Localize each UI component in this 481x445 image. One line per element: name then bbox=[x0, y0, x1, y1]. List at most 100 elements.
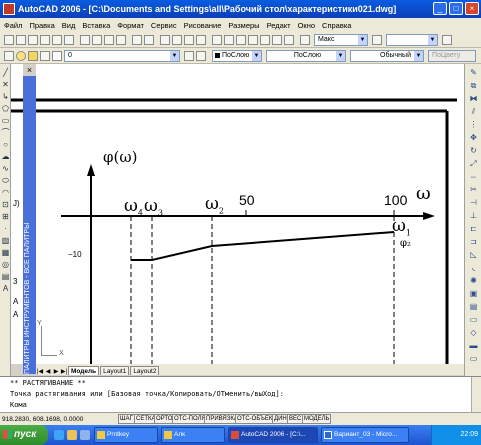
tab-layout2[interactable]: Layout2 bbox=[130, 366, 160, 375]
scale-icon[interactable]: ⤢ bbox=[468, 159, 479, 169]
cut-icon[interactable] bbox=[80, 35, 90, 45]
match-properties-icon[interactable] bbox=[116, 35, 126, 45]
region-icon[interactable]: ◎ bbox=[1, 260, 10, 269]
linetype-combo[interactable]: ПоСлою ▼ bbox=[266, 50, 346, 62]
rotate-icon[interactable]: ↻ bbox=[468, 146, 479, 156]
erase-icon[interactable]: ✎ bbox=[468, 68, 479, 78]
open-icon[interactable] bbox=[16, 35, 26, 45]
text-style-icon[interactable] bbox=[300, 35, 310, 45]
clock[interactable]: 22:09 bbox=[460, 431, 478, 438]
tab-model[interactable]: Модель bbox=[68, 366, 100, 375]
desktop-icon[interactable] bbox=[80, 430, 90, 440]
preview-icon[interactable] bbox=[52, 35, 62, 45]
polyline-icon[interactable]: ↳ bbox=[1, 92, 10, 101]
move-icon[interactable]: ✥ bbox=[468, 133, 479, 143]
break-at-point-icon[interactable]: ⊥ bbox=[468, 211, 479, 221]
chamfer-icon[interactable]: ◺ bbox=[468, 250, 479, 260]
minimize-button[interactable]: _ bbox=[433, 2, 447, 15]
menu-help[interactable]: Справка bbox=[322, 21, 351, 30]
sheet-set-icon[interactable] bbox=[248, 35, 258, 45]
copy-object-icon[interactable]: ⧉ bbox=[468, 81, 479, 91]
extend-icon[interactable]: ⊣ bbox=[468, 198, 479, 208]
menu-edit[interactable]: Правка bbox=[29, 21, 54, 30]
properties-icon[interactable] bbox=[212, 35, 222, 45]
rectangle-icon[interactable]: ▭ bbox=[1, 116, 10, 125]
print-icon[interactable] bbox=[40, 35, 50, 45]
menu-tools[interactable]: Сервис bbox=[151, 21, 177, 30]
publish-icon[interactable] bbox=[64, 35, 74, 45]
offset-icon[interactable]: ⫽ bbox=[468, 107, 479, 117]
internet-explorer-icon[interactable] bbox=[54, 430, 64, 440]
gradient-icon[interactable]: ▦ bbox=[1, 248, 10, 257]
ellipse-arc-icon[interactable]: ◠ bbox=[1, 188, 10, 197]
outlook-icon[interactable] bbox=[67, 430, 77, 440]
pan-icon[interactable] bbox=[160, 35, 170, 45]
id-point-icon[interactable]: ▬ bbox=[468, 341, 479, 351]
circle-icon[interactable]: ○ bbox=[1, 140, 10, 149]
close-button[interactable]: × bbox=[465, 2, 479, 15]
list-icon[interactable]: ▤ bbox=[468, 302, 479, 312]
lineweight-combo[interactable]: Обычный ▼ bbox=[350, 50, 424, 62]
close-icon[interactable]: × bbox=[23, 64, 36, 76]
fillet-icon[interactable]: ◟ bbox=[468, 263, 479, 273]
calculator-icon[interactable] bbox=[272, 35, 282, 45]
dim-style-combo[interactable]: ▼ bbox=[386, 34, 438, 46]
mirror-icon[interactable]: ⧓ bbox=[468, 94, 479, 104]
menu-file[interactable]: Файл bbox=[4, 21, 22, 30]
save-icon[interactable] bbox=[28, 35, 38, 45]
zoom-window-icon[interactable] bbox=[184, 35, 194, 45]
task-word[interactable]: Вариант_03 - Micro... bbox=[321, 427, 409, 443]
measure-icon[interactable]: ▭ bbox=[468, 354, 479, 364]
tool-palettes-icon[interactable] bbox=[236, 35, 246, 45]
break-icon[interactable]: ⊏ bbox=[468, 224, 479, 234]
tool-palettes-bar[interactable]: × ПАЛИТРЫ ИНСТРУМЕНТОВ - ВСЕ ПАЛИТРЫ bbox=[23, 64, 36, 374]
make-block-icon[interactable]: ⊞ bbox=[1, 212, 10, 221]
tab-last-button[interactable]: ▶| bbox=[60, 368, 68, 375]
menu-dimension[interactable]: Размеры bbox=[228, 21, 259, 30]
distance-icon[interactable]: ▭ bbox=[468, 315, 479, 325]
tab-layout1[interactable]: Layout1 bbox=[100, 366, 130, 375]
spline-icon[interactable]: ∿ bbox=[1, 164, 10, 173]
polygon-icon[interactable]: ⬠ bbox=[1, 104, 10, 113]
layer-combo[interactable]: 0 ▼ bbox=[64, 50, 180, 62]
redo-icon[interactable] bbox=[144, 35, 154, 45]
table-icon[interactable]: ▤ bbox=[1, 272, 10, 281]
maximize-button[interactable]: □ bbox=[449, 2, 463, 15]
task-alk[interactable]: Алк bbox=[161, 427, 225, 443]
point-icon[interactable]: · bbox=[1, 224, 10, 233]
menu-format[interactable]: Формат bbox=[117, 21, 144, 30]
hatch-icon[interactable]: ▨ bbox=[1, 236, 10, 245]
dim-style-icon[interactable] bbox=[372, 35, 382, 45]
line-icon[interactable]: ╱ bbox=[1, 68, 10, 77]
menu-insert[interactable]: Вставка bbox=[82, 21, 110, 30]
markup-icon[interactable] bbox=[260, 35, 270, 45]
zoom-previous-icon[interactable] bbox=[196, 35, 206, 45]
drawing-area[interactable]: φ(ω) ω 50 100 −10 ω4 ω3 ω2 ω1 φ₂ J) 3 A … bbox=[11, 64, 464, 364]
copy-icon[interactable] bbox=[92, 35, 102, 45]
help-icon[interactable] bbox=[284, 35, 294, 45]
array-icon[interactable]: ⋮ bbox=[468, 120, 479, 130]
layer-previous-icon[interactable] bbox=[196, 51, 206, 61]
explode-icon[interactable]: ✺ bbox=[468, 276, 479, 286]
command-scrollbar[interactable] bbox=[471, 377, 481, 413]
ellipse-icon[interactable]: ⬭ bbox=[1, 176, 10, 185]
table-style-icon[interactable] bbox=[442, 35, 452, 45]
tab-first-button[interactable]: |◀ bbox=[36, 368, 44, 375]
zoom-realtime-icon[interactable] bbox=[172, 35, 182, 45]
draw-order-icon[interactable]: ▣ bbox=[468, 289, 479, 299]
menu-modify[interactable]: Редакт bbox=[267, 21, 291, 30]
design-center-icon[interactable] bbox=[224, 35, 234, 45]
insert-block-icon[interactable]: ⊡ bbox=[1, 200, 10, 209]
undo-icon[interactable] bbox=[132, 35, 142, 45]
task-autocad[interactable]: AutoCAD 2006 - [C:\... bbox=[228, 427, 318, 443]
construction-line-icon[interactable]: ✕ bbox=[1, 80, 10, 89]
lwt-button[interactable]: ВЕС bbox=[287, 414, 304, 424]
make-current-icon[interactable] bbox=[184, 51, 194, 61]
tab-prev-button[interactable]: ◀ bbox=[44, 368, 52, 375]
color-combo[interactable]: ПоСлою ▼ bbox=[212, 50, 262, 62]
menu-view[interactable]: Вид bbox=[62, 21, 76, 30]
area-icon[interactable]: ◇ bbox=[468, 328, 479, 338]
arc-icon[interactable]: ⌒ bbox=[1, 128, 10, 137]
snap-button[interactable]: ШАГ bbox=[118, 414, 135, 424]
trim-icon[interactable]: ✂ bbox=[468, 185, 479, 195]
